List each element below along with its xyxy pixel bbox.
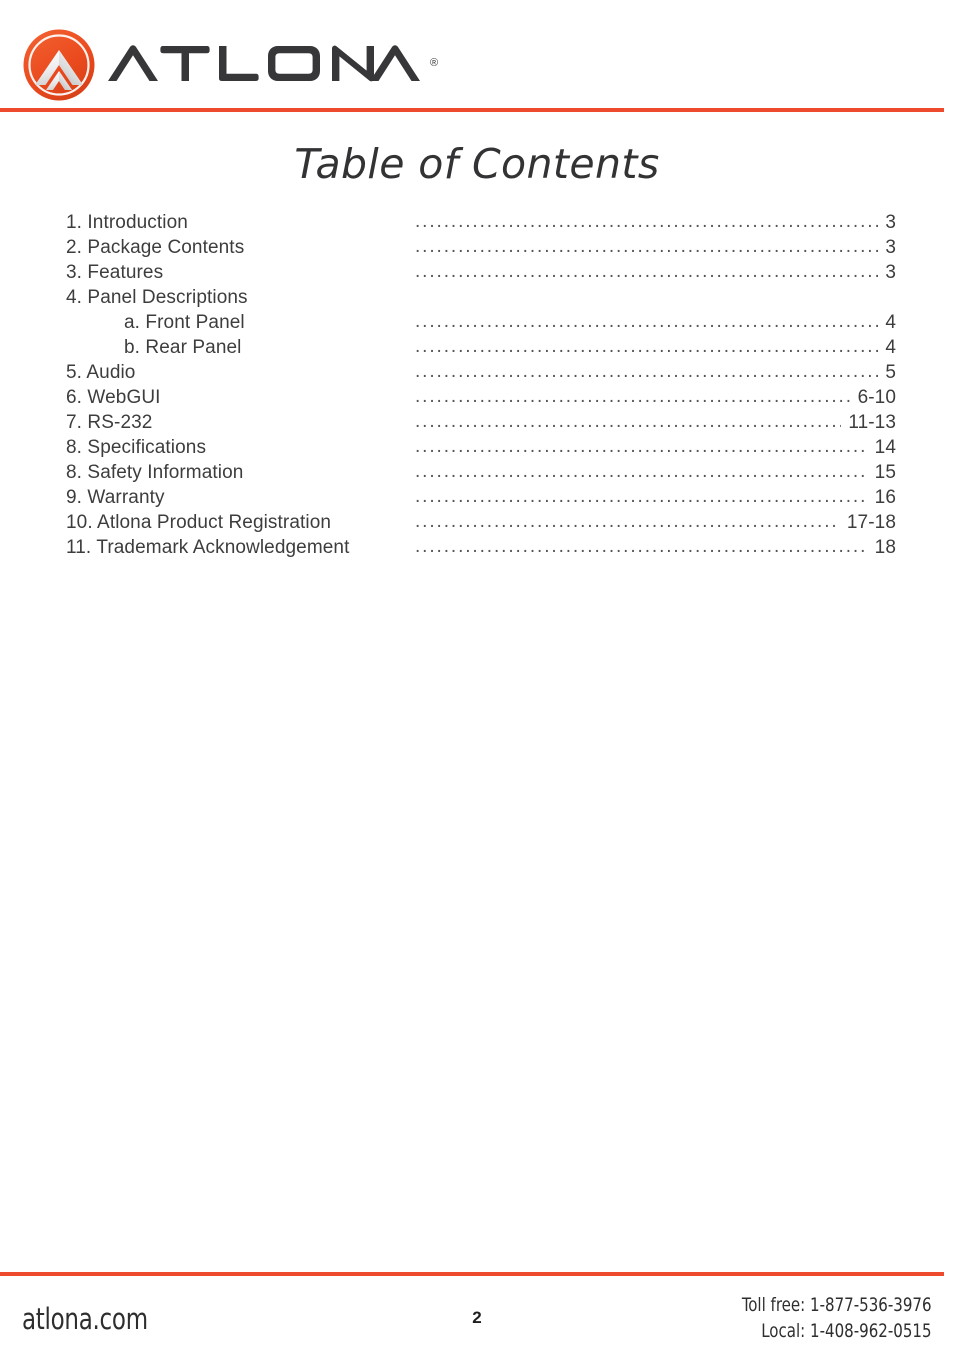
toc-entry-label: 5. Audio: [66, 362, 136, 383]
table-of-contents: 1. Introduction.........................…: [66, 212, 896, 562]
toc-entry[interactable]: 6. WebGUI...............................…: [66, 387, 896, 412]
toc-entry-tail: ........................................…: [415, 412, 896, 434]
toc-dot-leader: ........................................…: [415, 537, 868, 556]
toc-entry-page-number: 11-13: [848, 412, 896, 433]
toc-dot-leader: ........................................…: [415, 262, 878, 281]
footer-toll-free-number: Toll free: 1-877-536-3976: [742, 1294, 932, 1316]
toc-entry-tail: ........................................…: [415, 237, 896, 259]
toc-entry[interactable]: 7. RS-232...............................…: [66, 412, 896, 437]
toc-entry-tail: ........................................…: [415, 312, 896, 334]
toc-entry-label: 7. RS-232: [66, 412, 153, 433]
toc-entry-tail: ........................................…: [415, 262, 896, 284]
toc-dot-leader: ........................................…: [415, 312, 878, 331]
atlona-wordmark: [106, 37, 426, 93]
toc-entry-label: 8. Specifications: [66, 437, 207, 458]
atlona-chevron-logo-icon: [22, 28, 96, 102]
toc-entry[interactable]: 9. Warranty.............................…: [66, 487, 896, 512]
toc-entry[interactable]: 8. Specifications.......................…: [66, 437, 896, 462]
toc-dot-leader: ........................................…: [415, 237, 878, 256]
toc-entry-page-number: 5: [885, 362, 896, 383]
toc-dot-leader: ........................................…: [415, 462, 868, 481]
toc-entry[interactable]: 10. Atlona Product Registration.........…: [66, 512, 896, 537]
toc-entry-tail: ........................................…: [415, 487, 896, 509]
toc-entry[interactable]: 3. Features.............................…: [66, 262, 896, 287]
toc-entry[interactable]: 8. Safety Information...................…: [66, 462, 896, 487]
toc-entry-label: 8. Safety Information: [66, 462, 244, 483]
toc-entry-page-number: 4: [885, 337, 896, 358]
toc-entry-label: 10. Atlona Product Registration: [66, 512, 332, 533]
toc-dot-leader: ........................................…: [415, 487, 868, 506]
toc-entry-page-number: 6-10: [857, 387, 896, 408]
toc-entry-page-number: 3: [885, 212, 896, 233]
footer-contact-info: Toll free: 1-877-536-3976 Local: 1-408-9…: [716, 1292, 932, 1344]
toc-dot-leader: ........................................…: [415, 387, 851, 406]
toc-entry-tail: ........................................…: [415, 362, 896, 384]
toc-dot-leader: ........................................…: [415, 437, 868, 456]
toc-entry-page-number: 18: [874, 537, 896, 558]
toc-entry[interactable]: 5. Audio................................…: [66, 362, 896, 387]
toc-entry-tail: ........................................…: [415, 437, 896, 459]
toc-dot-leader: ........................................…: [415, 212, 878, 231]
toc-entry[interactable]: b. Rear Panel...........................…: [66, 337, 896, 362]
toc-dot-leader: ........................................…: [415, 412, 841, 431]
toc-entry-page-number: 4: [885, 312, 896, 333]
toc-entry[interactable]: 11. Trademark Acknowledgement...........…: [66, 537, 896, 562]
header-divider: [0, 108, 944, 112]
page-footer: atlona.com 2 Toll free: 1-877-536-3976 L…: [0, 1276, 954, 1350]
toc-dot-leader: ........................................…: [415, 512, 840, 531]
registered-trademark-icon: ®: [430, 56, 439, 69]
page-header: ®: [0, 0, 954, 112]
toc-entry-label: 4. Panel Descriptions: [66, 287, 248, 308]
toc-entry[interactable]: 2. Package Contents.....................…: [66, 237, 896, 262]
toc-entry-tail: ........................................…: [415, 212, 896, 234]
toc-entry-label: 6. WebGUI: [66, 387, 161, 408]
toc-entry-page-number: 16: [874, 487, 896, 508]
toc-entry-tail: ........................................…: [415, 337, 896, 359]
footer-local-number: Local: 1-408-962-0515: [761, 1320, 932, 1342]
toc-entry[interactable]: 4. Panel Descriptions...................…: [66, 287, 896, 312]
toc-dot-leader: ........................................…: [415, 337, 878, 356]
toc-entry-tail: ........................................…: [415, 387, 896, 409]
toc-entry-label: 9. Warranty: [66, 487, 165, 508]
toc-entry-label: 3. Features: [66, 262, 164, 283]
toc-entry[interactable]: a. Front Panel..........................…: [66, 312, 896, 337]
toc-entry-tail: ........................................…: [415, 462, 896, 484]
toc-entry-page-number: 17-18: [846, 512, 896, 533]
toc-entry-label: 1. Introduction: [66, 212, 188, 233]
atlona-logo: ®: [22, 28, 438, 102]
toc-entry-label: 2. Package Contents: [66, 237, 245, 258]
toc-entry-tail: ........................................…: [415, 512, 896, 534]
page-title: Table of Contents: [294, 140, 660, 188]
toc-entry-label: a. Front Panel: [124, 312, 245, 333]
toc-entry-label: 11. Trademark Acknowledgement: [66, 537, 350, 558]
toc-entry-page-number: 14: [874, 437, 896, 458]
toc-entry-tail: ........................................…: [415, 537, 896, 559]
toc-entry-page-number: 15: [874, 462, 896, 483]
toc-entry[interactable]: 1. Introduction.........................…: [66, 212, 896, 237]
toc-dot-leader: ........................................…: [415, 362, 878, 381]
toc-entry-label: b. Rear Panel: [124, 337, 242, 358]
toc-entry-page-number: 3: [885, 237, 896, 258]
toc-entry-page-number: 3: [885, 262, 896, 283]
